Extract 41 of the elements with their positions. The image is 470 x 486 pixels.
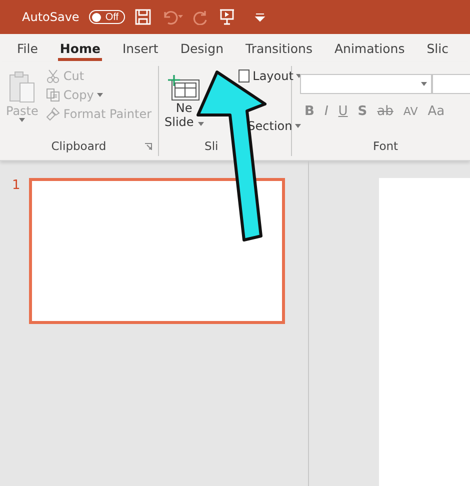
format-button[interactable]: U: [333, 104, 353, 119]
group-label: Font: [372, 139, 398, 153]
autosave-label: AutoSave: [22, 10, 80, 24]
format-button[interactable]: B: [300, 104, 320, 119]
caret-icon: [295, 124, 302, 128]
font-size-field[interactable]: [432, 74, 470, 94]
caret-icon: [420, 82, 427, 86]
format-button[interactable]: S: [352, 104, 372, 119]
ribbon-tab[interactable]: Insert: [111, 34, 170, 62]
new-slide-icon: [167, 75, 202, 101]
caret-icon: [19, 118, 26, 122]
caret-icon: [198, 122, 204, 126]
format-button[interactable]: I: [319, 104, 334, 119]
ribbon-tab[interactable]: Design: [169, 34, 235, 62]
launcher-icon[interactable]: [144, 142, 152, 150]
slides-button[interactable]: Layout: [236, 68, 304, 84]
format-button[interactable]: ab: [372, 104, 398, 119]
ribbon-tab[interactable]: Transitions: [234, 34, 324, 62]
font-name-field[interactable]: [300, 74, 432, 94]
redo-icon[interactable]: [193, 9, 210, 25]
group-label: Sli: [204, 139, 218, 153]
ribbon-tab[interactable]: File: [6, 34, 49, 62]
scissors-icon: [46, 69, 60, 83]
autosave-toggle[interactable]: Off: [89, 10, 126, 24]
slide-thumbnail[interactable]: [29, 178, 286, 324]
undo-icon[interactable]: [161, 9, 184, 25]
paste-icon: [7, 70, 38, 104]
ribbon-tab[interactable]: Animations: [323, 34, 416, 62]
save-icon[interactable]: [135, 9, 152, 25]
presentation-icon[interactable]: [219, 9, 236, 25]
layout-icon: [238, 69, 250, 83]
format-button[interactable]: Aa: [422, 104, 450, 119]
format-button[interactable]: AV: [398, 104, 423, 119]
ribbon-tab[interactable]: Slic: [416, 34, 460, 62]
caret-icon: [96, 93, 103, 97]
group-label: Clipboard: [51, 139, 106, 153]
copy-icon: [46, 88, 60, 102]
slide-number: 1: [12, 178, 20, 195]
ribbon-tab[interactable]: Home: [48, 34, 112, 62]
brush-icon: [46, 107, 60, 121]
customize-icon[interactable]: [253, 12, 268, 22]
